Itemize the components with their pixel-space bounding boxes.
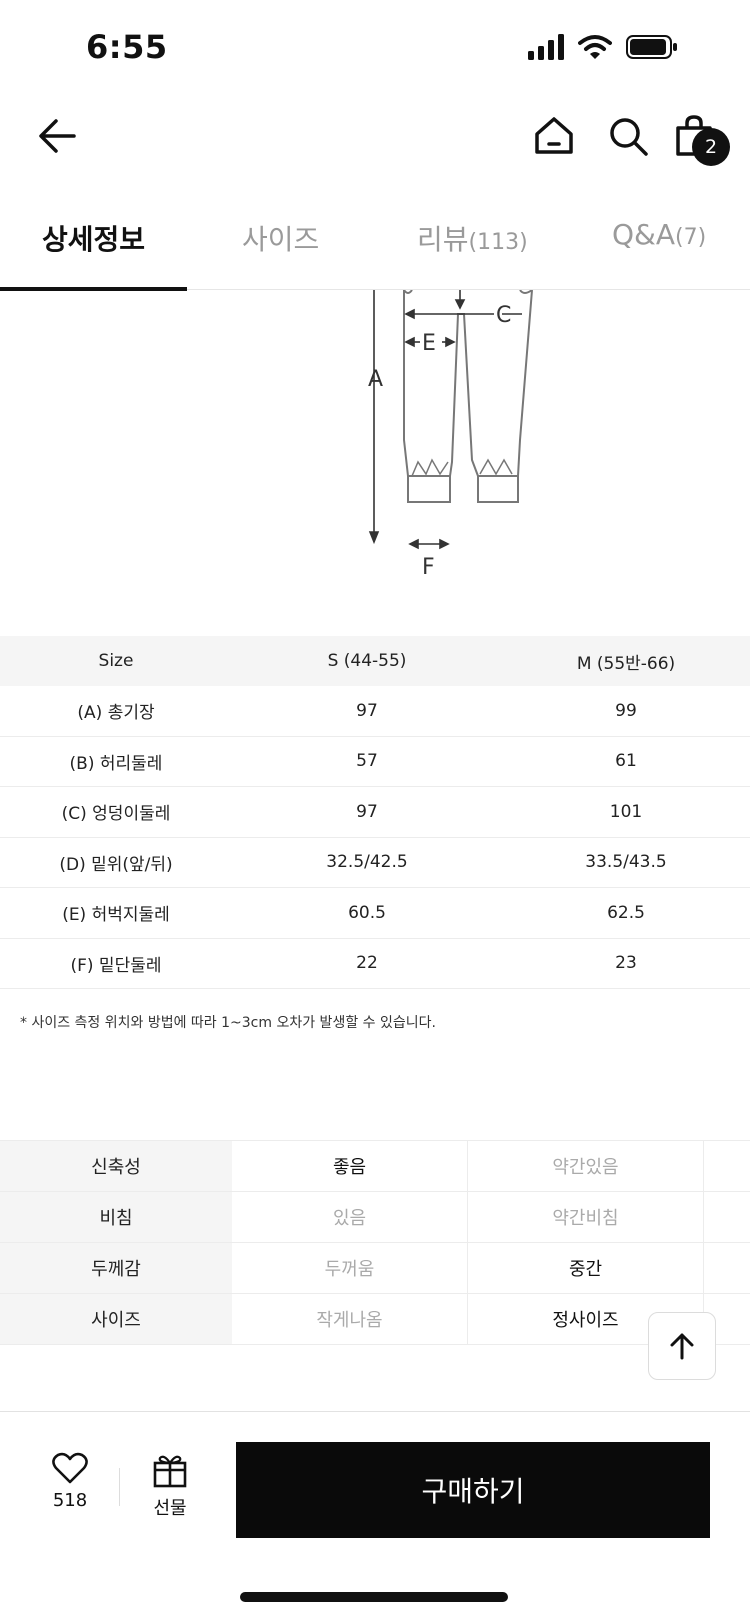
- table-cell: 33.5/43.5: [585, 852, 667, 873]
- home-icon[interactable]: [532, 114, 576, 158]
- table-cell: (C) 엉덩이둘레: [61, 804, 171, 825]
- home-indicator: [240, 1592, 508, 1602]
- table-cell: 57: [356, 751, 378, 772]
- table-cell: (A) 총기장: [77, 703, 155, 724]
- table-cell: 61: [615, 751, 637, 772]
- search-icon[interactable]: [606, 114, 650, 158]
- scroll-to-top-button[interactable]: [648, 1312, 716, 1380]
- gift-icon: [153, 1455, 187, 1488]
- table-cell: 23: [615, 953, 637, 974]
- tab-count: (113): [468, 230, 528, 255]
- arrow-up-icon: [670, 1333, 694, 1360]
- tab-label: Q&A: [612, 218, 676, 251]
- table-row: (A) 총기장 97 99: [0, 686, 750, 737]
- buy-button[interactable]: 구매하기: [236, 1442, 710, 1538]
- battery-icon: [626, 35, 677, 59]
- size-table-header: Size S (44-55) M (55반-66): [0, 636, 750, 686]
- header-cell: M (55반-66): [576, 653, 676, 674]
- attribute-option: 중간: [468, 1243, 704, 1293]
- attribute-option: 약간비침: [468, 1192, 704, 1242]
- like-count: 518: [52, 1490, 88, 1511]
- table-cell: 97: [356, 700, 378, 721]
- attribute-option: 약간있음: [468, 1141, 704, 1191]
- tab-label: 사이즈: [242, 223, 320, 256]
- table-cell: 32.5/42.5: [326, 852, 408, 873]
- attribute-label: 두께감: [0, 1243, 232, 1293]
- table-cell: 97: [356, 801, 378, 822]
- tab-count: (7): [675, 225, 707, 250]
- heart-icon: [52, 1452, 88, 1484]
- like-button[interactable]: 518: [40, 1452, 100, 1532]
- table-row: (D) 밑위(앞/뒤) 32.5/42.5 33.5/43.5: [0, 838, 750, 888]
- bottom-action-bar: 518 선물 구매하기: [0, 1411, 750, 1623]
- tab-detail[interactable]: 상세정보: [42, 218, 145, 258]
- tab-bar: 상세정보 사이즈 리뷰(113) Q&A(7): [0, 192, 750, 291]
- table-cell: 22: [356, 953, 378, 974]
- attribute-option: 좋음: [232, 1141, 468, 1191]
- signal-icon: [528, 34, 564, 60]
- size-table: Size S (44-55) M (55반-66) (A) 총기장 97 99 …: [0, 636, 750, 989]
- cart-count-badge: 2: [692, 128, 730, 166]
- pants-size-diagram: A C E F: [368, 290, 533, 580]
- table-cell: 101: [609, 801, 643, 822]
- table-cell: (D) 밑위(앞/뒤): [59, 854, 173, 875]
- tab-review[interactable]: 리뷰(113): [417, 218, 528, 258]
- status-icons: [528, 34, 678, 60]
- table-cell: (B) 허리둘레: [69, 753, 163, 774]
- diagram-label-f: F: [422, 555, 435, 580]
- wifi-icon: [578, 35, 612, 59]
- tab-active-indicator: [0, 287, 187, 291]
- attribute-label: 비침: [0, 1192, 232, 1242]
- status-bar: 6:55: [0, 0, 750, 96]
- status-time: 6:55: [86, 28, 168, 66]
- attribute-row: 두께감 두꺼움 중간: [0, 1243, 750, 1294]
- attribute-label: 사이즈: [0, 1294, 232, 1344]
- table-cell: (F) 밑단둘레: [70, 955, 162, 976]
- tab-size[interactable]: 사이즈: [242, 218, 319, 258]
- diagram-label-c: C: [496, 303, 511, 328]
- table-row: (F) 밑단둘레 22 23: [0, 939, 750, 989]
- attribute-row: 사이즈 작게나옴 정사이즈: [0, 1294, 750, 1345]
- table-cell: 62.5: [607, 902, 645, 923]
- header-cell: Size: [98, 651, 134, 671]
- table-cell: 60.5: [348, 902, 386, 923]
- diagram-label-a: A: [368, 367, 383, 392]
- nav-bar: [0, 100, 750, 180]
- attribute-option: 있음: [232, 1192, 468, 1242]
- table-row: (B) 허리둘레 57 61: [0, 737, 750, 787]
- gift-label: 선물: [153, 1498, 187, 1519]
- back-arrow-icon[interactable]: [36, 114, 80, 158]
- attribute-label: 신축성: [0, 1141, 232, 1191]
- diagram-label-e: E: [422, 331, 436, 356]
- table-cell: (E) 허벅지둘레: [62, 905, 170, 926]
- divider: [119, 1468, 120, 1506]
- attribute-row: 신축성 좋음 약간있음: [0, 1141, 750, 1192]
- attribute-table: 신축성 좋음 약간있음 비침 있음 약간비침 두께감 두꺼움 중간 사이즈 작게…: [0, 1140, 750, 1345]
- tab-label: 리뷰: [417, 223, 469, 256]
- attribute-row: 비침 있음 약간비침: [0, 1192, 750, 1243]
- table-row: (C) 엉덩이둘레 97 101: [0, 787, 750, 838]
- tab-label: 상세정보: [42, 223, 146, 256]
- attribute-option: 두꺼움: [232, 1243, 468, 1293]
- header-cell: S (44-55): [327, 651, 407, 671]
- gift-button[interactable]: 선물: [140, 1452, 200, 1532]
- table-cell: 99: [615, 700, 637, 721]
- table-row: (E) 허벅지둘레 60.5 62.5: [0, 888, 750, 939]
- size-note: * 사이즈 측정 위치와 방법에 따라 1~3cm 오차가 발생할 수 있습니다…: [20, 1015, 436, 1031]
- attribute-option: 작게나옴: [232, 1294, 468, 1344]
- tab-qna[interactable]: Q&A(7): [612, 218, 706, 251]
